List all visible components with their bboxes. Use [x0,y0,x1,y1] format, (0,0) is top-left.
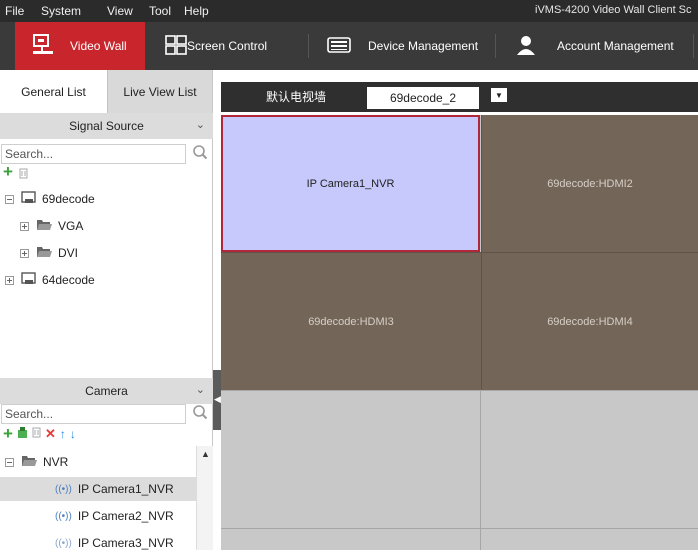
device-management-icon [327,36,351,57]
nav-tab-label: Video Wall [70,39,127,53]
wall-cell[interactable]: 69decode:HDMI2 [481,115,698,252]
wall-tab[interactable]: 默认电视墙 [237,82,355,112]
move-up-icon[interactable]: ↑ [60,427,66,441]
menu-bar: File System View Tool Help iVMS-4200 Vid… [0,0,698,22]
dropdown-toggle[interactable]: ▼ [491,88,507,102]
tree-label: DVI [58,246,79,260]
nav-tab-label: Screen Control [187,39,268,53]
section-title: Signal Source [69,119,144,133]
camera-signal-icon: ((•)) [55,537,72,549]
add-icon[interactable]: + [3,425,13,442]
chevron-down-icon[interactable]: ⌄ [196,118,205,131]
expand-icon[interactable] [5,275,14,285]
resource-panel: General List Live View List Signal Sourc… [0,70,213,550]
menu-help[interactable]: Help [184,4,209,18]
wall-cell[interactable] [221,528,481,550]
tree-item-vga[interactable]: VGA [20,215,83,237]
collapse-icon[interactable] [5,194,14,204]
signal-source-header[interactable]: Signal Source ⌄ [0,113,213,139]
wall-cell[interactable]: 69decode:HDMI3 [221,252,481,390]
camera-label: IP Camera1_NVR [77,482,174,496]
nav-tab-video-wall[interactable]: Video Wall [15,22,145,70]
nav-tab-device-management[interactable]: Device Management [327,22,478,70]
decoder-icon [21,190,36,208]
menu-file[interactable]: File [5,4,24,18]
nav-tab-account-management[interactable]: Account Management [517,22,674,70]
camera-label: IP Camera2_NVR [77,509,174,523]
camera-toolbar: + ✕ ↑ ↓ [3,425,76,442]
tree-item-69decode[interactable]: 69decode [5,188,95,210]
nav-tab-screen-control[interactable]: Screen Control [165,22,267,70]
tab-live-view-list[interactable]: Live View List [107,70,212,113]
signal-search-input[interactable]: Search... [1,144,186,164]
import-icon[interactable] [17,426,28,442]
panel-splitter[interactable]: ◀ [213,370,221,430]
camera-signal-icon: ((•)) [55,510,72,522]
collapse-left-icon[interactable]: ◀ [214,394,221,405]
nav-divider [495,34,496,58]
decoder-icon [21,271,36,289]
section-title: Camera [85,384,128,398]
video-wall-icon [32,33,54,59]
app-title: iVMS-4200 Video Wall Client Sc [535,4,692,16]
tree-item-nvr[interactable]: NVR [5,451,68,473]
camera-item[interactable]: ((•)) IP Camera2_NVR [0,504,196,528]
menu-tool[interactable]: Tool [149,4,171,18]
camera-signal-icon: ((•)) [55,483,72,495]
folder-icon [36,245,52,261]
tree-item-dvi[interactable]: DVI [20,242,78,264]
wall-cell[interactable]: IP Camera1_NVR [221,115,480,252]
chevron-down-icon: ▼ [495,90,503,100]
wall-cell[interactable]: 69decode:HDMI4 [481,252,698,390]
wall-cell[interactable] [221,390,481,528]
delete-icon[interactable] [32,427,41,441]
video-wall-grid: IP Camera1_NVR 69decode:HDMI2 69decode:H… [221,115,698,550]
module-nav-bar: Video Wall Screen Control Device Managem… [0,22,698,70]
nav-tab-label: Account Management [557,39,674,53]
wall-cell[interactable] [481,390,698,528]
move-down-icon[interactable]: ↓ [70,427,76,441]
folder-icon [21,454,37,470]
expand-icon[interactable] [20,248,29,258]
nav-divider [308,34,309,58]
tree-item-64decode[interactable]: 64decode [5,269,95,291]
collapse-icon[interactable] [5,457,14,467]
remove-icon[interactable]: ✕ [45,426,56,442]
camera-item[interactable]: ((•)) IP Camera1_NVR [0,477,196,501]
tab-general-list[interactable]: General List [0,70,107,113]
scroll-up-icon[interactable]: ▲ [201,449,210,459]
tree-label: 69decode [42,192,95,206]
camera-label: IP Camera3_NVR [77,536,174,550]
wall-cell[interactable] [481,528,698,550]
wall-toolbar: 默认电视墙 69decode_2 ▼ [221,82,698,112]
delete-icon[interactable] [19,168,28,182]
account-icon [517,35,535,58]
menu-view[interactable]: View [107,4,133,18]
tree-label: 64decode [42,273,95,287]
tree-label: NVR [43,455,69,469]
nav-divider [693,34,694,58]
screen-control-icon [165,34,187,58]
decoder-select[interactable]: 69decode_2 [367,87,479,109]
folder-icon [36,218,52,234]
search-icon[interactable] [192,144,210,164]
camera-header[interactable]: Camera ⌄ [0,378,213,404]
tree-label: VGA [58,219,84,233]
camera-search-input[interactable]: Search... [1,404,186,424]
menu-system[interactable]: System [41,4,81,18]
search-icon[interactable] [192,404,210,424]
expand-icon[interactable] [20,221,29,231]
chevron-down-icon[interactable]: ⌄ [196,383,205,396]
add-icon[interactable]: + [3,163,13,180]
scrollbar[interactable]: ▲ [196,446,213,550]
nav-tab-label: Device Management [368,39,479,53]
camera-item[interactable]: ((•)) IP Camera3_NVR [0,531,196,555]
